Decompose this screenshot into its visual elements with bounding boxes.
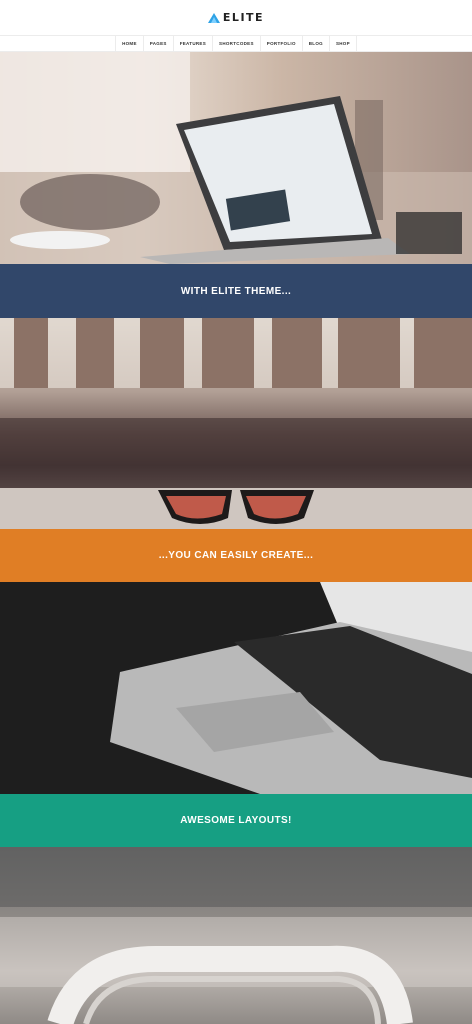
headphones-photo — [0, 847, 472, 1024]
nav-item-portfolio[interactable]: PORTFOLIO — [261, 36, 303, 51]
nav-item-shortcodes[interactable]: SHORTCODES — [213, 36, 261, 51]
section-band-2-text: ...YOU CAN EASILY CREATE... — [158, 550, 314, 561]
sunglasses-illustration — [0, 318, 472, 529]
nav-item-blog[interactable]: BLOG — [303, 36, 330, 51]
nav-item-home[interactable]: HOME — [116, 36, 144, 51]
site-header: ELITE — [0, 0, 472, 35]
laptop-on-desk-illustration — [0, 52, 472, 264]
triangle-logo-icon — [207, 12, 220, 23]
nav-item-features[interactable]: FEATURES — [174, 36, 214, 51]
laptop-on-desk-photo — [0, 52, 472, 264]
section-band-1-text: WITH ELITE THEME... — [180, 285, 292, 297]
section-band-3: AWESOME LAYOUTS! — [0, 794, 472, 847]
headphones-illustration — [0, 847, 472, 1024]
nav-item-pages[interactable]: PAGES — [144, 36, 174, 51]
nav-item-shop[interactable]: SHOP — [330, 36, 357, 51]
logo-text: ELITE — [222, 11, 265, 24]
section-band-1: WITH ELITE THEME... — [0, 264, 472, 318]
main-nav: HOME PAGES FEATURES SHORTCODES PORTFOLIO… — [0, 35, 472, 52]
site-logo[interactable]: ELITE — [207, 11, 265, 24]
laptop-keyboard-illustration — [0, 582, 472, 794]
section-band-2: ...YOU CAN EASILY CREATE... — [0, 529, 472, 582]
laptop-keyboard-photo — [0, 582, 472, 794]
section-band-3-text: AWESOME LAYOUTS! — [180, 815, 292, 826]
sunglasses-on-table-photo — [0, 318, 472, 529]
